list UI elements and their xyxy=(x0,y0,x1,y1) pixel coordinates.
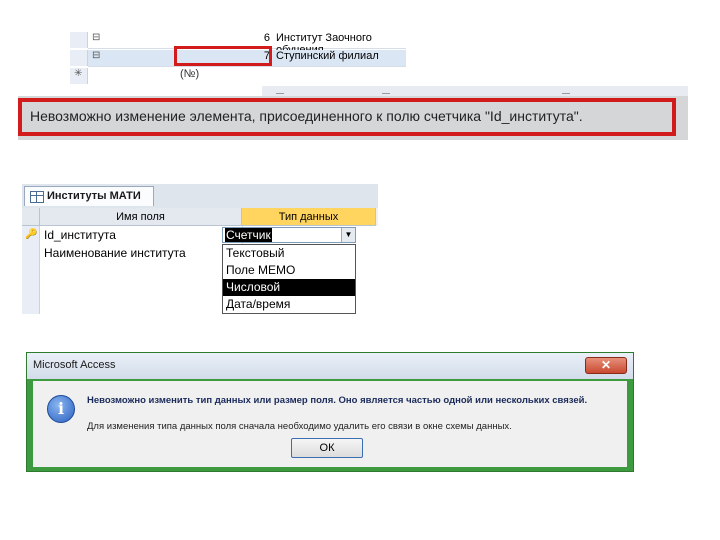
grid-line xyxy=(88,66,406,67)
collapse-icon[interactable]: ⊟ xyxy=(92,32,102,43)
primary-key-icon: 🔑 xyxy=(25,229,38,240)
data-type-value[interactable]: Счетчик xyxy=(225,228,272,242)
records-datasheet: ⊟ 6 Институт Заочного обучения ⊟ 7 Ступи… xyxy=(70,30,406,84)
strip-mark xyxy=(382,87,390,94)
dialog-content: i Невозможно изменить тип данных или раз… xyxy=(33,381,627,467)
error-dialog: Microsoft Access ✕ i Невозможно изменить… xyxy=(26,352,634,472)
dropdown-option-text[interactable]: Текстовый xyxy=(223,245,355,262)
design-grid: 🔑 Id_института Наименование института Сч… xyxy=(22,226,378,314)
dialog-title-bar[interactable]: Microsoft Access ✕ xyxy=(27,353,633,379)
dialog-message-main: Невозможно изменить тип данных или разме… xyxy=(87,395,588,406)
new-record-placeholder: (№) xyxy=(180,68,200,80)
strip-mark xyxy=(562,87,570,94)
dialog-message-hint: Для изменения типа данных поля сначала н… xyxy=(87,421,512,432)
tab-table[interactable]: Институты МАТИ xyxy=(24,186,154,206)
dropdown-option-datetime[interactable]: Дата/время xyxy=(223,296,355,313)
close-button[interactable]: ✕ xyxy=(585,357,627,374)
column-header-data-type: Тип данных xyxy=(242,208,376,226)
data-type-combo[interactable]: Счетчик ▼ xyxy=(222,227,356,243)
toolbar-strip xyxy=(262,86,688,96)
highlight-box xyxy=(174,46,272,66)
strip-mark xyxy=(276,87,284,94)
new-record-icon: ✳ xyxy=(74,68,83,79)
dropdown-option-number[interactable]: Числовой xyxy=(223,279,355,296)
ok-button[interactable]: ОК xyxy=(291,438,363,458)
field-name-cell[interactable]: Наименование института xyxy=(44,246,186,260)
status-bar: Невозможно изменение элемента, присоедин… xyxy=(18,96,688,140)
table-icon xyxy=(30,191,44,203)
info-icon: i xyxy=(47,395,75,423)
document-tab-bar: Институты МАТИ xyxy=(22,184,378,208)
new-record-row[interactable]: ✳ (№) xyxy=(70,68,406,84)
tab-label: Институты МАТИ xyxy=(47,190,141,202)
data-type-dropdown: Текстовый Поле MEMO Числовой Дата/время xyxy=(222,244,356,314)
dropdown-option-memo[interactable]: Поле MEMO xyxy=(223,262,355,279)
status-message: Невозможно изменение элемента, присоедин… xyxy=(30,108,583,124)
column-header-field-name: Имя поля xyxy=(40,208,242,226)
dialog-title: Microsoft Access xyxy=(33,359,116,371)
table-design-view: Институты МАТИ Имя поля Тип данных 🔑 Id_… xyxy=(22,184,378,314)
row-selector-column[interactable]: 🔑 xyxy=(22,226,40,314)
record-selector[interactable] xyxy=(70,50,88,66)
chevron-down-icon[interactable]: ▼ xyxy=(341,228,355,242)
collapse-icon[interactable]: ⊟ xyxy=(92,50,102,61)
record-number: 6 xyxy=(263,32,270,44)
row-selector-header xyxy=(22,208,40,226)
record-selector[interactable] xyxy=(70,32,88,48)
record-name: Ступинский филиал xyxy=(276,50,379,62)
field-name-cell[interactable]: Id_института xyxy=(44,228,116,242)
